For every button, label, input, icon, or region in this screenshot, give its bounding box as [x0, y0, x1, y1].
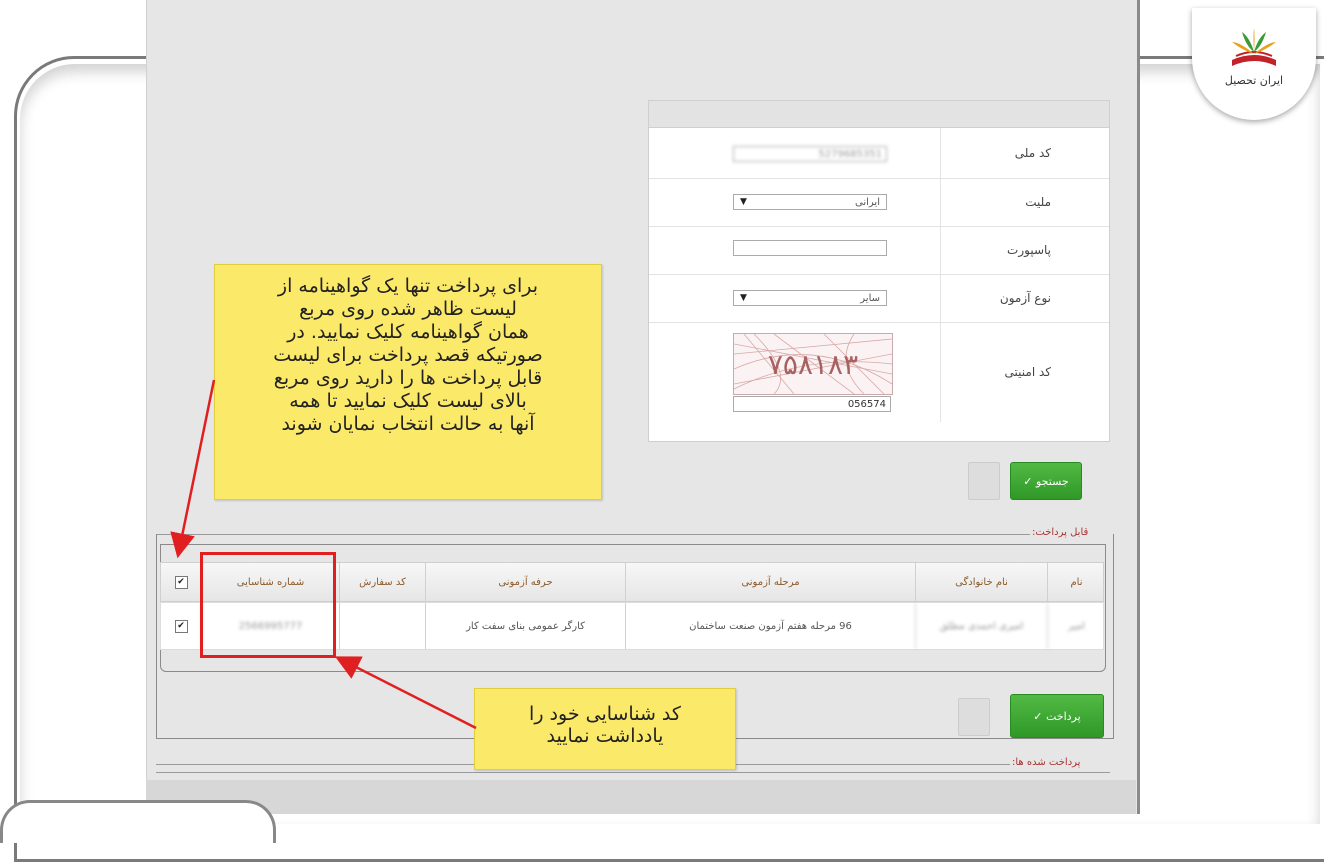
arrow-to-checkbox-icon: [170, 379, 216, 559]
arrow-to-id-icon: [334, 656, 477, 730]
annotation-arrows: [170, 379, 477, 730]
corner-tab: [0, 800, 276, 843]
